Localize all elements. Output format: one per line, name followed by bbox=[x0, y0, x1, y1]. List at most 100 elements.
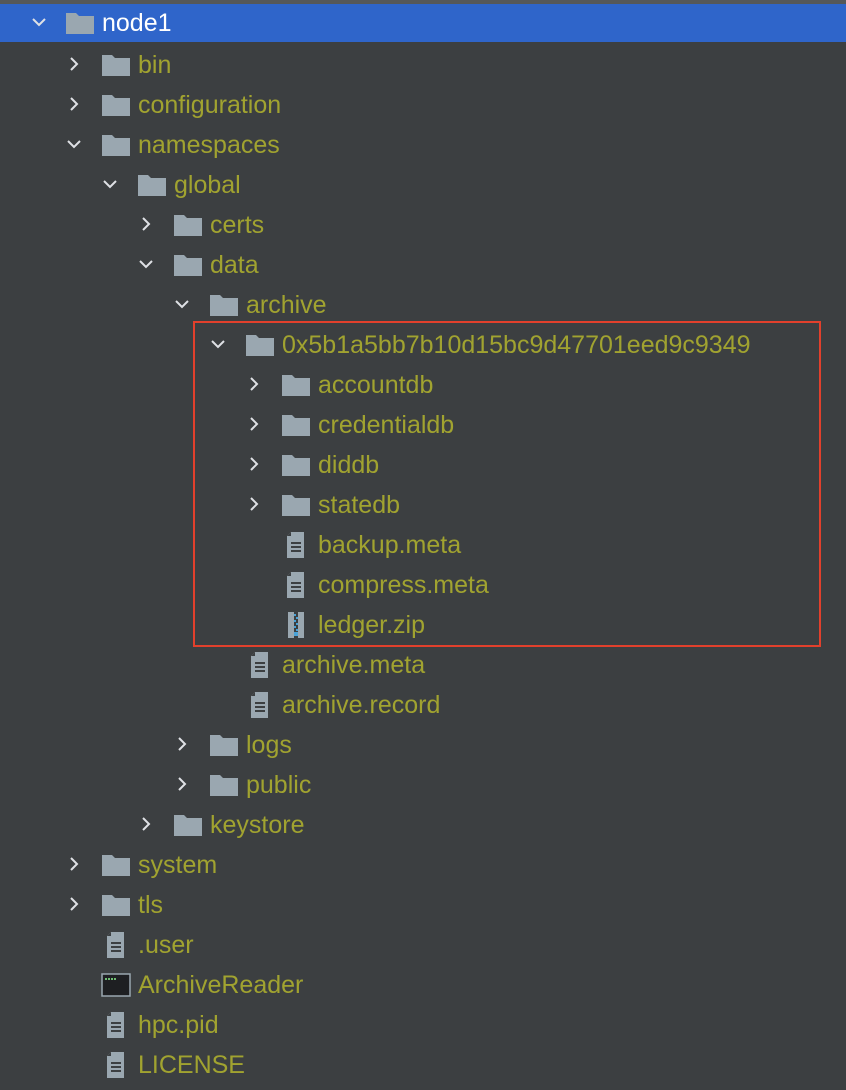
tree-item-label: keystore bbox=[210, 811, 305, 839]
tree-row-bin[interactable]: bin bbox=[0, 45, 846, 85]
text-file-icon bbox=[284, 531, 314, 558]
tree-item-label: node1 bbox=[102, 9, 172, 37]
tree-row-compress-meta[interactable]: compress.meta bbox=[0, 565, 846, 605]
text-file-icon bbox=[104, 1051, 134, 1078]
tree-row-logs[interactable]: logs bbox=[0, 725, 846, 765]
folder-icon bbox=[281, 413, 311, 437]
tree-row-archive-record[interactable]: archive.record bbox=[0, 685, 846, 725]
tree-row-archive[interactable]: archive bbox=[0, 285, 846, 325]
tree-row-user[interactable]: .user bbox=[0, 925, 846, 965]
tree-item-label: bin bbox=[138, 51, 172, 79]
folder-icon bbox=[209, 773, 239, 797]
tree-item-label: system bbox=[138, 851, 218, 879]
project-file-tree: node1 bin configuration namespaces globa… bbox=[0, 0, 846, 1090]
chevron-down-icon[interactable] bbox=[174, 296, 190, 312]
tree-item-label: configuration bbox=[138, 91, 282, 119]
tree-item-label: archive.record bbox=[282, 691, 441, 719]
tree-item-label: ArchiveReader bbox=[138, 971, 304, 999]
text-file-icon bbox=[104, 931, 134, 958]
chevron-right-icon[interactable] bbox=[246, 416, 262, 432]
folder-icon bbox=[281, 453, 311, 477]
folder-icon bbox=[65, 11, 95, 35]
folder-icon bbox=[281, 373, 311, 397]
tree-item-label: statedb bbox=[318, 491, 401, 519]
folder-icon bbox=[173, 253, 203, 277]
tree-row-statedb[interactable]: statedb bbox=[0, 485, 846, 525]
chevron-right-icon[interactable] bbox=[66, 896, 82, 912]
folder-icon bbox=[101, 853, 131, 877]
tree-item-label: archive.meta bbox=[282, 651, 426, 679]
tree-row-diddb[interactable]: diddb bbox=[0, 445, 846, 485]
tree-item-label: diddb bbox=[318, 451, 380, 479]
folder-icon bbox=[209, 733, 239, 757]
tree-row-node1[interactable]: node1 bbox=[0, 4, 846, 42]
tree-row-hpc-pid[interactable]: hpc.pid bbox=[0, 1005, 846, 1045]
tree-item-label: 0x5b1a5bb7b10d15bc9d47701eed9c9349 bbox=[282, 331, 751, 359]
tree-row-ledger-zip[interactable]: ledger.zip bbox=[0, 605, 846, 645]
folder-icon bbox=[101, 133, 131, 157]
chevron-right-icon[interactable] bbox=[246, 376, 262, 392]
tree-item-label: global bbox=[174, 171, 241, 199]
text-file-icon bbox=[248, 691, 278, 718]
tree-item-label: public bbox=[246, 771, 312, 799]
tree-row-keystore[interactable]: keystore bbox=[0, 805, 846, 845]
text-file-icon bbox=[284, 571, 314, 598]
chevron-down-icon[interactable] bbox=[66, 136, 82, 152]
tree-item-label: logs bbox=[246, 731, 292, 759]
tree-row-data[interactable]: data bbox=[0, 245, 846, 285]
folder-icon bbox=[245, 333, 275, 357]
chevron-right-icon[interactable] bbox=[66, 96, 82, 112]
chevron-right-icon[interactable] bbox=[138, 216, 154, 232]
tree-row-global[interactable]: global bbox=[0, 165, 846, 205]
text-file-icon bbox=[104, 1011, 134, 1038]
tree-item-label: accountdb bbox=[318, 371, 434, 399]
folder-icon bbox=[209, 293, 239, 317]
folder-icon bbox=[173, 813, 203, 837]
chevron-down-icon[interactable] bbox=[210, 336, 226, 352]
text-file-icon bbox=[248, 651, 278, 678]
chevron-down-icon[interactable] bbox=[102, 176, 118, 192]
tree-item-label: backup.meta bbox=[318, 531, 462, 559]
tree-item-label: compress.meta bbox=[318, 571, 489, 599]
chevron-right-icon[interactable] bbox=[174, 736, 190, 752]
chevron-right-icon[interactable] bbox=[66, 56, 82, 72]
tree-item-label: data bbox=[210, 251, 259, 279]
tree-row-accountdb[interactable]: accountdb bbox=[0, 365, 846, 405]
chevron-down-icon[interactable] bbox=[138, 256, 154, 272]
folder-icon bbox=[101, 93, 131, 117]
chevron-right-icon[interactable] bbox=[246, 456, 262, 472]
tree-item-label: namespaces bbox=[138, 131, 280, 159]
tree-row-license[interactable]: LICENSE bbox=[0, 1045, 846, 1085]
tree-row-credentialdb[interactable]: credentialdb bbox=[0, 405, 846, 445]
tree-row-system[interactable]: system bbox=[0, 845, 846, 885]
chevron-right-icon[interactable] bbox=[246, 496, 262, 512]
tree-row-backup-meta[interactable]: backup.meta bbox=[0, 525, 846, 565]
tree-item-label: LICENSE bbox=[138, 1051, 245, 1079]
tree-item-label: certs bbox=[210, 211, 265, 239]
tree-row-tls[interactable]: tls bbox=[0, 885, 846, 925]
tree-item-label: hpc.pid bbox=[138, 1011, 219, 1039]
tree-row-configuration[interactable]: configuration bbox=[0, 85, 846, 125]
tree-row-archive-hash-folder[interactable]: 0x5b1a5bb7b10d15bc9d47701eed9c9349 bbox=[0, 325, 846, 365]
tree-row-archive-meta[interactable]: archive.meta bbox=[0, 645, 846, 685]
terminal-executable-icon bbox=[101, 972, 131, 997]
chevron-down-icon[interactable] bbox=[31, 14, 47, 30]
tree-item-label: credentialdb bbox=[318, 411, 455, 439]
folder-icon bbox=[137, 173, 167, 197]
folder-icon bbox=[281, 493, 311, 517]
chevron-right-icon[interactable] bbox=[66, 856, 82, 872]
chevron-right-icon[interactable] bbox=[174, 776, 190, 792]
zip-file-icon bbox=[284, 611, 314, 638]
tree-row-public[interactable]: public bbox=[0, 765, 846, 805]
tree-row-certs[interactable]: certs bbox=[0, 205, 846, 245]
folder-icon bbox=[101, 53, 131, 77]
tree-item-label: tls bbox=[138, 891, 163, 919]
tree-row-namespaces[interactable]: namespaces bbox=[0, 125, 846, 165]
chevron-right-icon[interactable] bbox=[138, 816, 154, 832]
tree-row-archivereader[interactable]: ArchiveReader bbox=[0, 965, 846, 1005]
tree-item-label: .user bbox=[138, 931, 194, 959]
folder-icon bbox=[173, 213, 203, 237]
tree-item-label: ledger.zip bbox=[318, 611, 426, 639]
folder-icon bbox=[101, 893, 131, 917]
tree-item-label: archive bbox=[246, 291, 327, 319]
